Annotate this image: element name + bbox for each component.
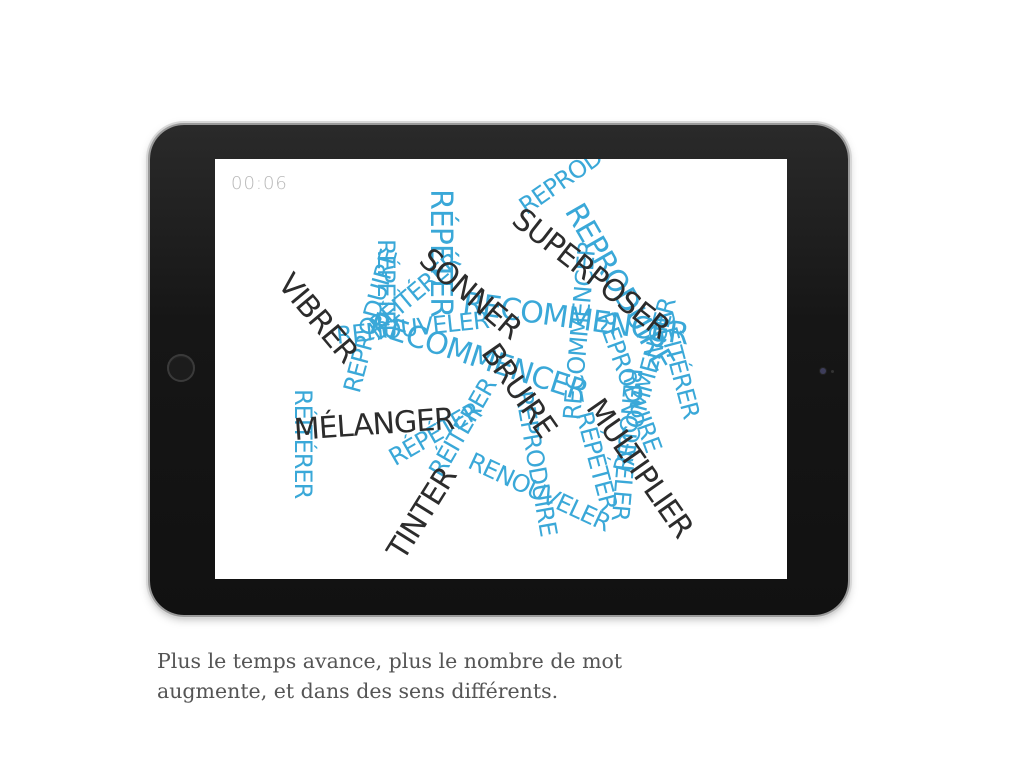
caption-line-1: Plus le temps avance, plus le nombre de … (157, 649, 623, 673)
app-screen: 00:06 RÉPÉTER RECOMMENCER REPRODUIRE RÉP… (215, 159, 787, 579)
sensor-icon (831, 370, 834, 373)
camera-icon (820, 368, 826, 374)
home-button[interactable] (167, 354, 195, 382)
tablet-device: 00:06 RÉPÉTER RECOMMENCER REPRODUIRE RÉP… (150, 125, 848, 615)
dark-word: TINTER (380, 461, 465, 566)
dark-word: VIBRER (270, 267, 365, 370)
timer: 00:06 (231, 173, 288, 194)
caption-line-2: augmente, et dans des sens différents. (157, 679, 559, 703)
caption: Plus le temps avance, plus le nombre de … (157, 646, 797, 706)
